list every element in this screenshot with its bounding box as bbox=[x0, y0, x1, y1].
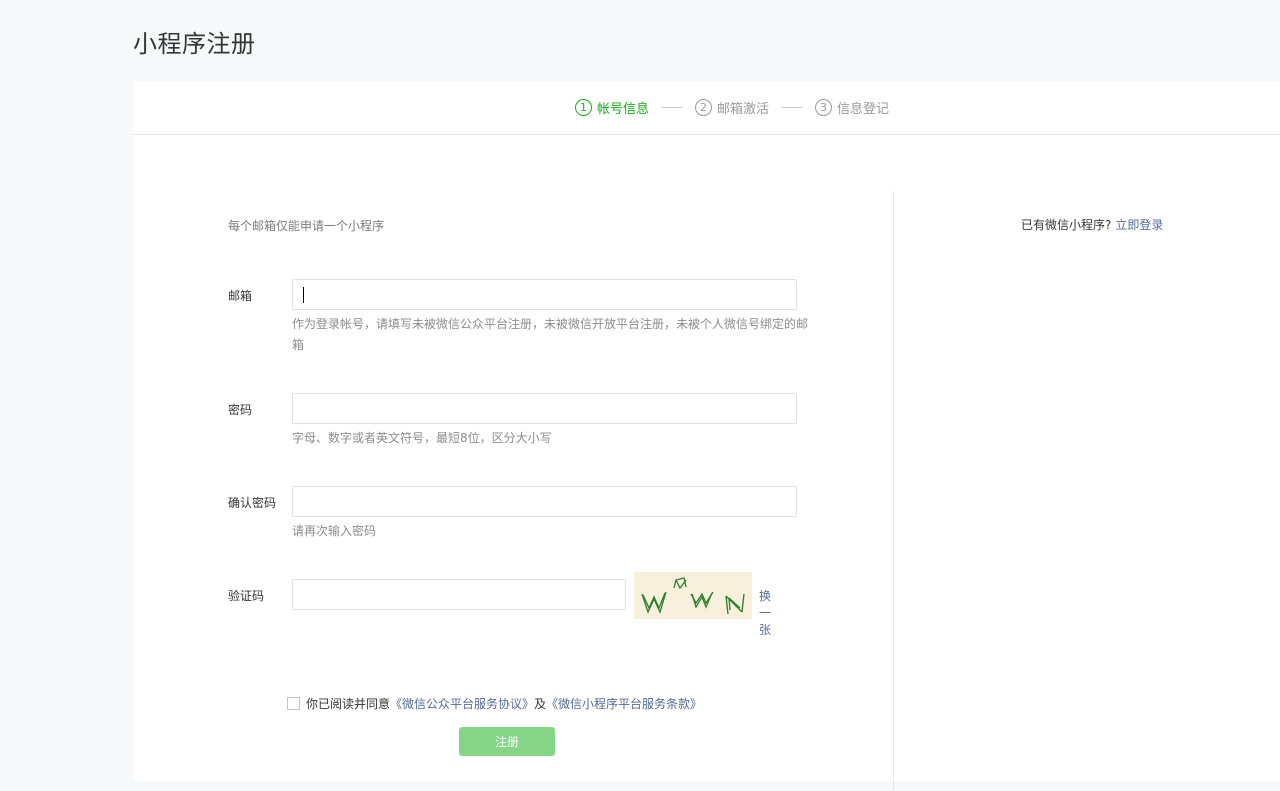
miniprogram-terms-link[interactable]: 《微信小程序平台服务条款》 bbox=[546, 695, 702, 712]
notice-text: 每个邮箱仅能申请一个小程序 bbox=[228, 219, 385, 233]
step-info-registration: 3 信息登记 bbox=[815, 98, 889, 117]
step-number: 3 bbox=[815, 99, 832, 116]
step-progress: 1 帐号信息 2 邮箱激活 3 信息登记 bbox=[133, 81, 1280, 135]
register-button[interactable]: 注册 bbox=[459, 727, 555, 756]
text-caret bbox=[303, 287, 304, 303]
agreement-checkbox[interactable] bbox=[287, 697, 300, 710]
agreement-row: 你已阅读并同意 《微信公众平台服务协议》 及 《微信小程序平台服务条款》 bbox=[287, 695, 702, 712]
agreement-prefix: 你已阅读并同意 bbox=[306, 697, 391, 711]
captcha-glyphs bbox=[641, 577, 745, 615]
step-email-activation: 2 邮箱激活 bbox=[694, 98, 769, 117]
email-tip: 作为登录帐号，请填写未被微信公众平台注册，未被微信开放平台注册，未被个人微信号绑… bbox=[292, 317, 809, 352]
confirm-password-label: 确认密码 bbox=[228, 496, 277, 510]
service-agreement-link[interactable]: 《微信公众平台服务协议》 bbox=[390, 695, 534, 712]
step-number: 2 bbox=[694, 99, 712, 116]
refresh-captcha-link[interactable]: 换一张 bbox=[759, 587, 771, 638]
step-connector bbox=[782, 107, 802, 108]
step-number: 1 bbox=[574, 99, 592, 116]
step-label: 邮箱激活 bbox=[716, 102, 769, 117]
login-link[interactable]: 立即登录 bbox=[1115, 218, 1163, 232]
page-title: 小程序注册 bbox=[133, 30, 256, 58]
captcha-image[interactable] bbox=[634, 572, 752, 619]
email-label: 邮箱 bbox=[228, 289, 253, 303]
password-label: 密码 bbox=[228, 403, 253, 417]
step-label: 帐号信息 bbox=[596, 102, 649, 117]
login-hint-text: 已有微信小程序? bbox=[1021, 218, 1112, 232]
step-account-info: 1 帐号信息 bbox=[574, 98, 649, 117]
email-field[interactable] bbox=[292, 279, 797, 310]
agreement-joiner: 及 bbox=[534, 697, 547, 711]
password-field[interactable] bbox=[292, 393, 797, 424]
captcha-label: 验证码 bbox=[228, 589, 265, 603]
step-connector bbox=[661, 107, 682, 108]
confirm-password-tip: 请再次输入密码 bbox=[292, 524, 377, 538]
confirm-password-field[interactable] bbox=[292, 486, 797, 517]
step-label: 信息登记 bbox=[837, 102, 890, 117]
captcha-field[interactable] bbox=[292, 579, 626, 610]
registration-card: 1 帐号信息 2 邮箱激活 3 信息登记 每个邮箱仅能申请一个小程序 已有微信小… bbox=[133, 81, 1280, 791]
login-hint: 已有微信小程序? 立即登录 bbox=[1021, 216, 1163, 233]
vertical-divider bbox=[893, 191, 894, 791]
password-tip: 字母、数字或者英文符号，最短8位，区分大小写 bbox=[292, 431, 552, 445]
